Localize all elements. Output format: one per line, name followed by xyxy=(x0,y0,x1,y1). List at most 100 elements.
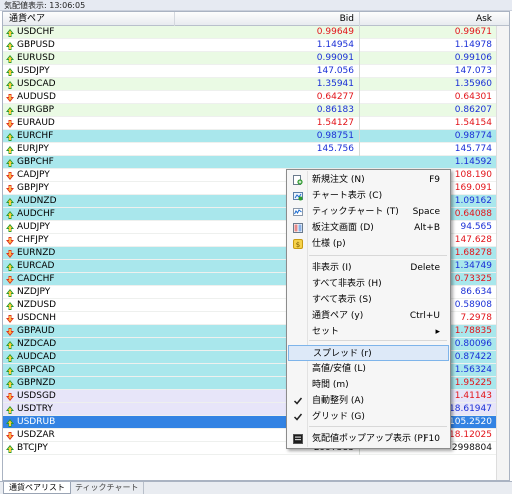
price-up-arrow-icon xyxy=(6,289,14,297)
bid-price: 147.056 xyxy=(175,65,360,78)
price-up-arrow-icon xyxy=(6,445,14,453)
price-up-arrow-icon xyxy=(6,341,14,349)
ask-price: 0.86207 xyxy=(454,105,492,115)
ask-price: 1.54154 xyxy=(454,118,492,128)
menu-item-10[interactable]: セット ▸ xyxy=(288,324,449,340)
symbol-row-usdjpy[interactable]: USDJPY 147.056 147.073 xyxy=(3,65,496,78)
symbol-row-eurjpy[interactable]: EURJPY 145.756 145.774 xyxy=(3,143,496,156)
symbol-name: AUDCAD xyxy=(17,352,57,362)
symbol-row-usdchf[interactable]: USDCHF 0.99649 0.99671 xyxy=(3,26,496,39)
symbol-name: USDTRY xyxy=(17,404,53,414)
symbol-name: GBPCHF xyxy=(17,157,54,167)
popup-prices-icon xyxy=(293,434,303,444)
bid-price: 0.99649 xyxy=(175,26,360,39)
symbol-row-eurgbp[interactable]: EURGBP 0.86183 0.86207 xyxy=(3,104,496,117)
price-up-arrow-icon xyxy=(6,81,14,89)
column-header-bid[interactable]: Bid xyxy=(175,12,360,26)
menu-item-2[interactable]: チャート表示 (C) xyxy=(288,188,449,204)
price-down-arrow-icon xyxy=(6,172,14,180)
menu-item-11[interactable]: スプレッド (r) xyxy=(288,345,449,361)
menu-item-6[interactable]: 非表示 (I) Delete xyxy=(288,260,449,276)
menu-item-label: 仕様 (p) xyxy=(312,239,346,249)
column-header-row: 通貨ペア Bid Ask xyxy=(3,12,509,26)
menu-item-12[interactable]: 高値/安値 (L) xyxy=(288,361,449,377)
symbol-row-usdcad[interactable]: USDCAD 1.35941 1.35960 xyxy=(3,78,496,91)
symbol-name: AUDNZD xyxy=(17,196,57,206)
menu-separator-1 xyxy=(309,255,447,256)
menu-item-8[interactable]: すべて表示 (S) xyxy=(288,292,449,308)
menu-item-4[interactable]: 板注文画面 (D) Alt+B xyxy=(288,220,449,236)
symbol-name: GBPNZD xyxy=(17,378,56,388)
menu-separator-3 xyxy=(309,426,447,427)
symbol-name: BTCJPY xyxy=(17,443,48,453)
symbol-name: USDSGD xyxy=(17,391,56,401)
menu-item-15[interactable]: グリッド (G) xyxy=(288,409,449,425)
menu-item-16[interactable]: 気配値ポップアップ表示 (P) F10 xyxy=(288,431,449,447)
symbol-name: NZDUSD xyxy=(17,300,57,310)
menu-item-14[interactable]: 自動整列 (A) xyxy=(288,393,449,409)
symbol-name: EURGBP xyxy=(17,105,55,115)
symbol-name: USDRUB xyxy=(17,417,56,427)
price-up-arrow-icon xyxy=(6,68,14,76)
bid-price: 1.14954 xyxy=(175,39,360,52)
menu-item-13[interactable]: 時間 (m) xyxy=(288,377,449,393)
menu-item-label: すべて非表示 (H) xyxy=(312,279,382,289)
symbol-row-gbpchf[interactable]: GBPCHF 1.14592 xyxy=(3,156,496,169)
vertical-scrollbar[interactable] xyxy=(496,26,509,480)
menu-item-1[interactable]: 新規注文 (N) F9 xyxy=(288,172,449,188)
bid-price: 1.35941 xyxy=(175,78,360,91)
symbol-name: AUDJPY xyxy=(17,222,51,232)
ask-price: 0.99106 xyxy=(454,53,492,63)
symbol-name: AUDUSD xyxy=(17,92,56,102)
menu-item-shortcut: Alt+B xyxy=(414,223,440,233)
price-down-arrow-icon xyxy=(6,94,14,102)
price-down-arrow-icon xyxy=(6,328,14,336)
price-up-arrow-icon xyxy=(6,133,14,141)
price-down-arrow-icon xyxy=(6,250,14,258)
menu-item-7[interactable]: すべて非表示 (H) xyxy=(288,276,449,292)
menu-item-3[interactable]: ティックチャート (T) Space xyxy=(288,204,449,220)
svg-text:$: $ xyxy=(296,241,300,249)
price-down-arrow-icon xyxy=(6,276,14,284)
ask-price: 147.073 xyxy=(454,66,492,76)
symbol-name: EURUSD xyxy=(17,53,55,63)
checkmark-icon xyxy=(293,396,303,406)
menu-item-label: スプレッド (r) xyxy=(313,349,372,359)
menu-item-label: 高値/安値 (L) xyxy=(312,364,366,374)
bid-price: 1.54127 xyxy=(175,117,360,130)
menu-item-label: セット xyxy=(312,327,340,337)
symbol-row-audusd[interactable]: AUDUSD 0.64277 0.64301 xyxy=(3,91,496,104)
column-header-ask[interactable]: Ask xyxy=(360,12,496,26)
menu-item-label: チャート表示 (C) xyxy=(312,191,383,201)
ask-price: 0.64301 xyxy=(454,92,492,102)
menu-item-label: グリッド (G) xyxy=(312,412,365,422)
ask-price: 1.14978 xyxy=(454,40,492,50)
symbol-name: EURCHF xyxy=(17,131,54,141)
tab-symbols[interactable]: 通貨ペアリスト xyxy=(3,482,71,494)
menu-item-label: 自動整列 (A) xyxy=(312,396,365,406)
symbol-name: GBPAUD xyxy=(17,326,55,336)
menu-item-label: すべて表示 (S) xyxy=(312,295,372,305)
menu-item-shortcut: F9 xyxy=(429,175,440,185)
menu-item-9[interactable]: 通貨ペア (y) Ctrl+U xyxy=(288,308,449,324)
symbol-row-eurusd[interactable]: EURUSD 0.99091 0.99106 xyxy=(3,52,496,65)
symbol-name: GBPCAD xyxy=(17,365,55,375)
price-up-arrow-icon xyxy=(6,354,14,362)
symbol-row-euraud[interactable]: EURAUD 1.54127 1.54154 xyxy=(3,117,496,130)
ask-price: 1.35960 xyxy=(454,79,492,89)
symbol-row-gbpusd[interactable]: GBPUSD 1.14954 1.14978 xyxy=(3,39,496,52)
chart-window-icon xyxy=(293,191,303,201)
menu-item-label: 通貨ペア (y) xyxy=(312,311,364,321)
column-header-symbol[interactable]: 通貨ペア xyxy=(5,12,175,26)
price-down-arrow-icon xyxy=(6,315,14,323)
bid-price: 145.756 xyxy=(175,143,360,156)
symbol-name: NZDJPY xyxy=(17,287,51,297)
ask-price: 0.99671 xyxy=(454,27,492,37)
menu-item-5[interactable]: $ 仕様 (p) xyxy=(288,236,449,252)
tick-chart-icon xyxy=(293,207,303,217)
window-title: 気配値表示: 13:06:05 xyxy=(0,0,512,11)
specification-icon: $ xyxy=(293,239,303,249)
symbol-row-eurchf[interactable]: EURCHF 0.98751 0.98774 xyxy=(3,130,496,143)
price-up-arrow-icon xyxy=(6,406,14,414)
tab-tick-chart[interactable]: ティックチャート xyxy=(70,482,145,494)
